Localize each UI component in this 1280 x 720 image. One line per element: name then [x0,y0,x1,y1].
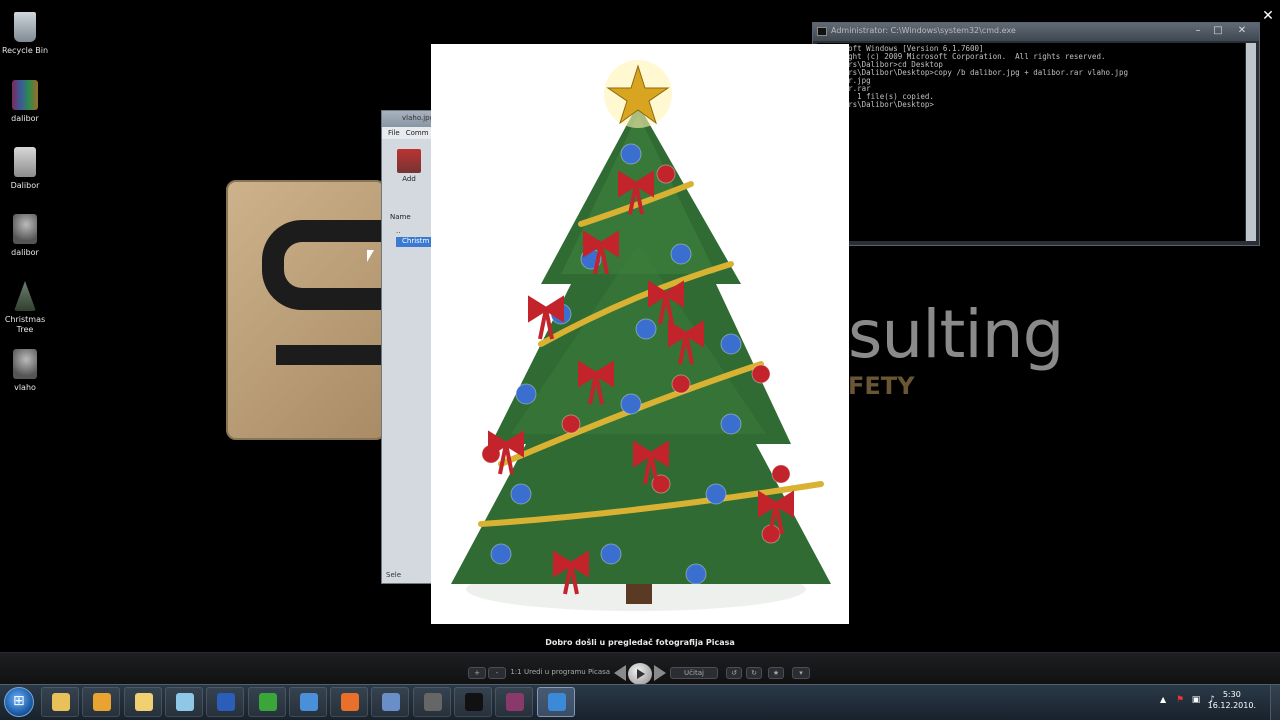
taskbar-notepad-button[interactable] [164,687,203,717]
taskbar: ▲ ⚑ ▣ ♪ 5:30 16.12.2010. [0,684,1280,720]
star-icon[interactable]: ★ [768,667,784,679]
slideshow-play-button[interactable] [628,663,652,685]
viewer-close-icon[interactable]: ✕ [1260,8,1276,24]
column-header-name[interactable]: Name [390,213,411,221]
add-button-label: Add [402,175,416,183]
cmd-icon [817,27,827,36]
taskbar-picasa-button[interactable] [536,687,575,717]
tool-icon [423,693,442,711]
cmd-titlebar[interactable]: Administrator: C:\Windows\system32\cmd.e… [813,23,1259,41]
picasa-icon [547,693,566,711]
christmas-tree-image [451,60,831,611]
parent-folder-item[interactable]: .. [396,227,400,235]
show-desktop-button[interactable] [1270,685,1280,720]
edit-in-picasa-button[interactable]: Uredi u programu Picasa [524,667,618,679]
actual-size-button[interactable]: 1:1 [508,667,524,679]
taskbar-firefox-button[interactable] [330,687,369,717]
viewer-toolbar: + - 1:1 Uredi u programu Picasa Učitaj ↺… [0,652,1280,685]
tree-image-icon [14,281,36,311]
flag-icon[interactable]: ⚑ [1174,694,1186,706]
utorrent-icon [258,693,277,711]
folder-icon [14,147,36,177]
rotate-left-icon[interactable]: ↺ [726,667,742,679]
console-line: C:\Users\Dalibor\Desktop>copy /b dalibor… [821,68,1129,77]
desktop-icon-label: Recycle Bin [1,46,49,55]
previous-arrow-icon[interactable] [614,665,626,681]
menu-file[interactable]: File [388,129,400,137]
desktop-icon-label: dalibor [11,248,39,257]
wallpaper-brand-subtitle: FETY [848,372,915,400]
clock-time: 5:30 [1222,690,1241,699]
wallpaper-logo-tile [226,180,386,440]
taskbar-network-button[interactable] [371,687,410,717]
winrar-icon [506,693,525,711]
taskbar-outlook-button[interactable] [82,687,121,717]
zoom-in-button[interactable]: + [468,667,486,679]
wallpaper-logo-bar [276,345,396,365]
taskbar-folder-button[interactable] [123,687,162,717]
rotate-right-icon[interactable]: ↻ [746,667,762,679]
taskbar-winrar-button[interactable] [495,687,534,717]
desktop-icon-label: Christmas Tree [4,315,46,334]
notepad-icon [175,693,194,711]
cmd-title: Administrator: C:\Windows\system32\cmd.e… [831,26,1016,35]
cmd-console-output[interactable]: Microsoft Windows [Version 6.1.7600] Copy… [817,43,1245,241]
explorer-icon [52,693,70,711]
desktop-icon-label: dalibor [11,114,39,123]
minimize-button[interactable]: – [1189,24,1207,38]
console-line: C:\Users\Dalibor\Desktop> [821,100,934,109]
wallpaper-brand-text: sulting [848,296,1064,373]
add-button[interactable]: Add [394,149,424,183]
desktop-icon-dalibor-rar[interactable]: dalibor [0,80,50,124]
taskbar-itunes-button[interactable] [288,687,327,717]
taskbar-cmd-button[interactable] [454,687,492,717]
start-button[interactable] [4,687,34,717]
recycle-bin-icon[interactable]: Recycle Bin [0,12,50,56]
trash-icon [14,12,36,42]
desktop-icon-dalibor-image[interactable]: dalibor [0,214,50,258]
desktop-icon-christmas-tree[interactable]: Christmas Tree [0,281,50,335]
desktop-icon-label: vlaho [14,383,36,392]
clock[interactable]: 5:30 16.12.2010. [1208,689,1256,711]
image-file-icon [13,214,37,244]
next-arrow-icon[interactable] [654,665,666,681]
desktop-icon-dalibor-folder[interactable]: Dalibor [0,147,50,191]
folder-icon [134,693,153,711]
status-bar: Sele [386,571,402,579]
clock-date: 16.12.2010. [1207,701,1256,710]
taskbar-utorrent-button[interactable] [247,687,286,717]
cmd-icon [465,693,483,711]
file-list-item-selected[interactable]: Christm [396,237,436,247]
rar-archive-icon [12,80,38,110]
console-line: dalibor.jpg [821,77,1241,85]
load-button[interactable]: Učitaj [670,667,718,679]
photo-christmas-tree [431,44,849,624]
more-chevron-icon[interactable]: ▾ [792,667,810,679]
network-icon[interactable]: ▣ [1190,694,1202,706]
image-file-icon [13,349,37,379]
cmd-scrollbar[interactable] [1246,43,1256,241]
viewer-caption: Dobro došli u pregledač fotografija Pica… [545,638,735,647]
system-tray: ▲ ⚑ ▣ ♪ 5:30 16.12.2010. [1160,685,1280,720]
desktop-icon-label: Dalibor [10,181,40,190]
network-icon [382,693,401,711]
taskbar-word-button[interactable] [206,687,245,717]
mouse-cursor-icon [367,250,374,262]
menu-commands[interactable]: Comm [406,129,429,137]
desktop-icon-vlaho[interactable]: vlaho [0,349,50,393]
add-archive-icon [397,149,421,173]
taskbar-explorer-button[interactable] [41,687,79,717]
itunes-icon [299,693,318,711]
tray-overflow-chevron-icon[interactable]: ▲ [1160,695,1166,704]
close-button[interactable]: ✕ [1233,24,1251,38]
firefox-icon [341,693,360,711]
outlook-icon [93,693,112,711]
maximize-button[interactable]: □ [1209,24,1227,38]
word-icon [217,693,236,711]
zoom-out-button[interactable]: - [488,667,506,679]
cmd-window[interactable]: Administrator: C:\Windows\system32\cmd.e… [812,22,1260,246]
taskbar-tool-button[interactable] [412,687,451,717]
